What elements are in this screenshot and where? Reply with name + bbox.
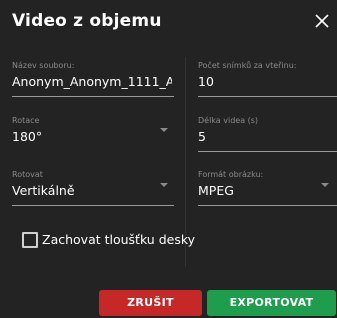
- image-format-select[interactable]: Formát obrázku: MPEG: [198, 170, 337, 206]
- video-length-field[interactable]: Délka videa (s) 5: [198, 116, 337, 152]
- image-format-value: MPEG: [198, 183, 234, 198]
- rotation-label: Rotace: [12, 116, 40, 125]
- image-format-label: Formát obrázku:: [198, 170, 264, 179]
- filename-underline: [12, 96, 174, 97]
- video-length-underline: [198, 151, 337, 152]
- export-video-dialog: Video z objemu Název souboru: Anonym_Ano…: [0, 0, 337, 318]
- checkbox-box[interactable]: [22, 232, 38, 248]
- fps-underline: [198, 96, 337, 97]
- video-length-input[interactable]: 5: [198, 129, 206, 144]
- dialog-titlebar: Video z objemu: [0, 0, 337, 43]
- fps-input[interactable]: 10: [198, 74, 214, 89]
- chevron-down-icon: [160, 183, 168, 187]
- rotate-axis-value: Vertikálně: [12, 183, 75, 198]
- export-button[interactable]: EXPORTOVAT: [207, 290, 336, 316]
- fps-label: Počet snímků za vteřinu:: [198, 61, 297, 70]
- rotation-value: 180°: [12, 129, 43, 144]
- filename-input[interactable]: Anonym_Anonym_1111_Abdo: [12, 74, 172, 89]
- video-length-label: Délka videa (s): [198, 116, 259, 125]
- dialog-title: Video z objemu: [12, 11, 162, 31]
- close-icon[interactable]: [313, 12, 331, 30]
- fps-field[interactable]: Počet snímků za vteřinu: 10: [198, 61, 337, 97]
- cancel-button[interactable]: ZRUŠIT: [99, 290, 202, 316]
- chevron-down-icon: [321, 183, 329, 187]
- rotate-axis-label: Rotovat: [12, 170, 43, 179]
- chevron-down-icon: [160, 128, 168, 132]
- filename-field[interactable]: Název souboru: Anonym_Anonym_1111_Abdo: [12, 61, 174, 97]
- image-format-underline: [198, 205, 337, 206]
- checkbox-label: Zachovat tloušťku desky: [42, 232, 196, 247]
- rotate-axis-underline: [12, 205, 174, 206]
- filename-label: Název souboru:: [12, 61, 75, 70]
- rotate-axis-select[interactable]: Rotovat Vertikálně: [12, 170, 174, 206]
- rotation-select[interactable]: Rotace 180°: [12, 116, 174, 148]
